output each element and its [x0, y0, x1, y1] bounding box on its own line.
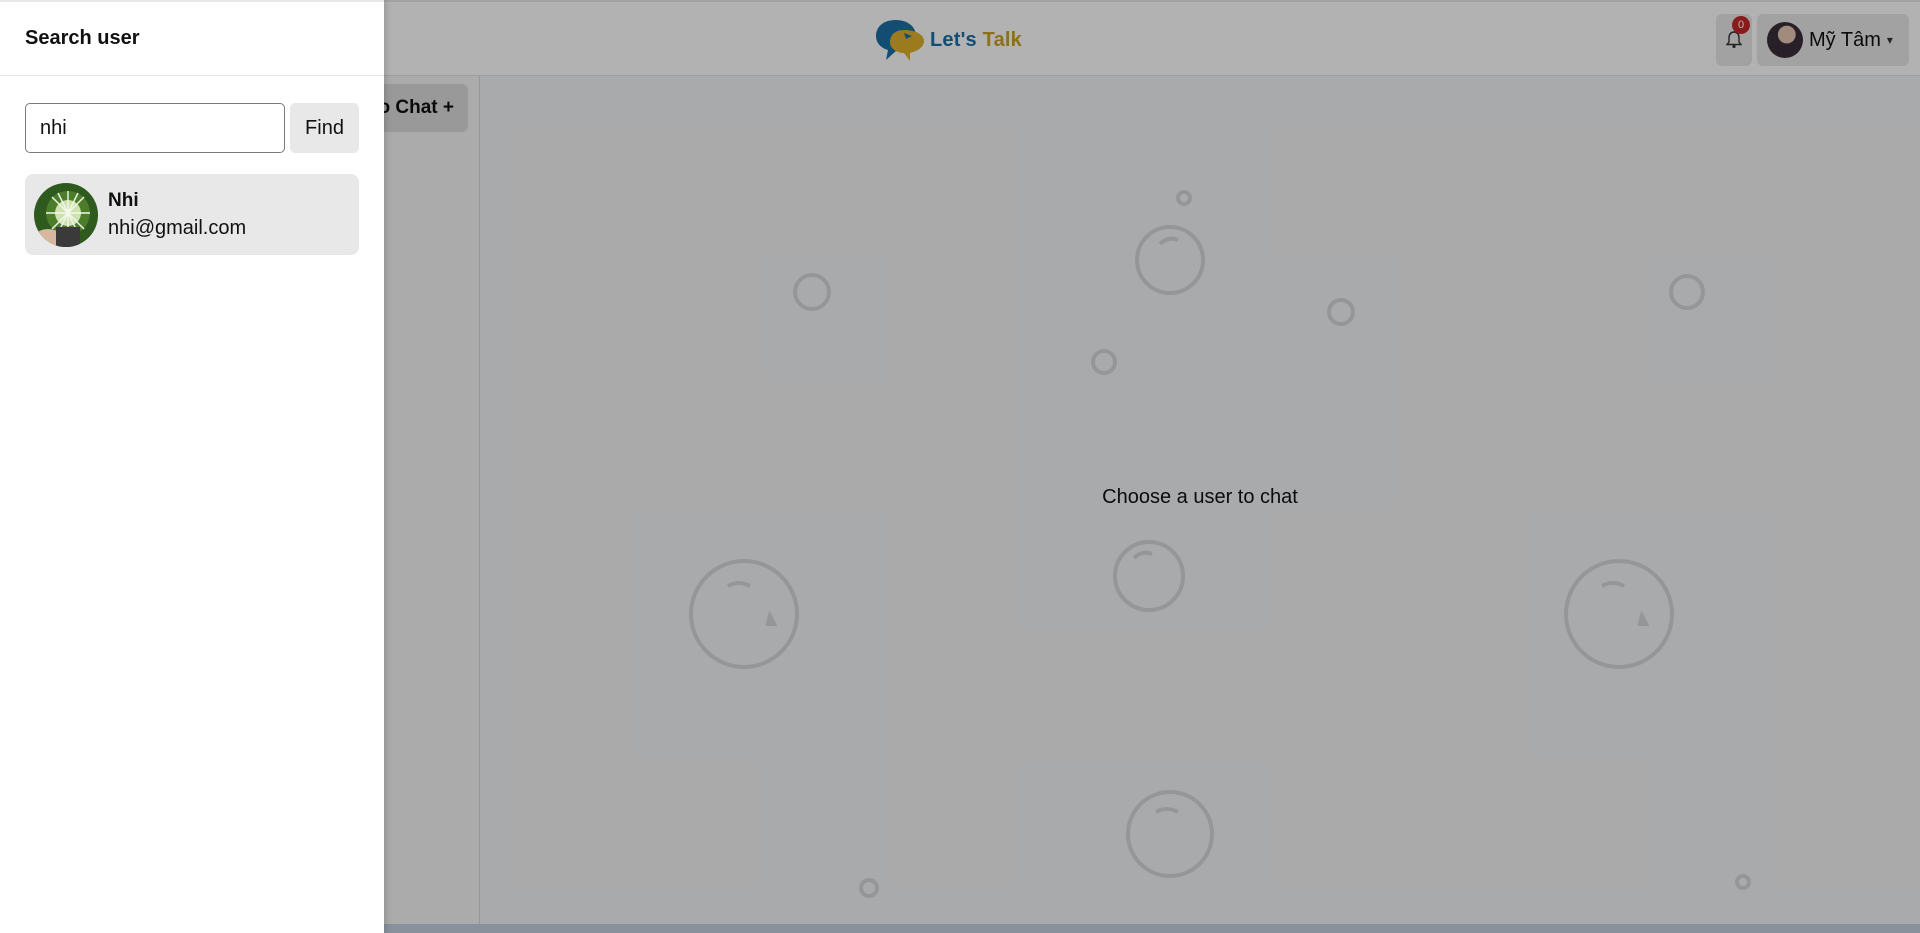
- result-text: Nhi nhi@gmail.com: [108, 188, 246, 242]
- drawer-header: Search user: [0, 2, 384, 76]
- search-row: Find: [25, 103, 359, 153]
- search-result-item[interactable]: Nhi nhi@gmail.com: [25, 174, 359, 255]
- search-input[interactable]: [25, 103, 285, 153]
- drawer-title: Search user: [25, 27, 140, 49]
- result-name: Nhi: [108, 189, 139, 211]
- search-user-drawer: Search user Find Nhi nhi@gmail.com: [0, 0, 384, 933]
- cactus-avatar-image: [34, 182, 98, 247]
- result-avatar: [34, 182, 98, 247]
- result-email: nhi@gmail.com: [108, 216, 247, 239]
- find-button[interactable]: Find: [290, 103, 359, 153]
